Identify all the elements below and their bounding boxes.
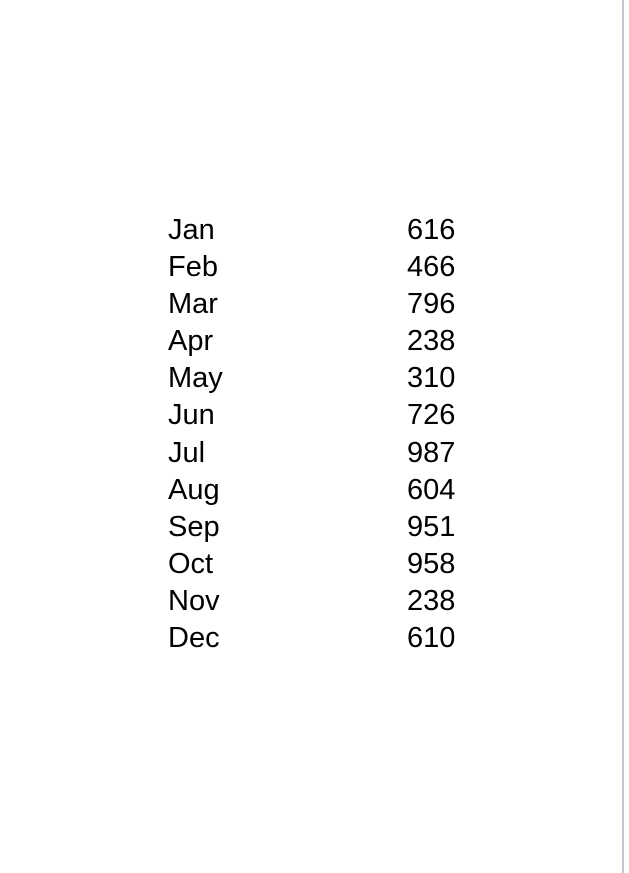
month-label: Mar (168, 288, 218, 321)
document-page: Jan 616 Feb 466 Mar 796 Apr 238 May 310 … (0, 0, 629, 873)
table-row: Mar 796 (168, 286, 455, 323)
month-value: 610 (407, 622, 456, 655)
table-row: Sep 951 (168, 509, 455, 546)
table-row: May 310 (168, 360, 455, 397)
month-label: Apr (168, 325, 214, 358)
month-value: 951 (407, 510, 456, 543)
table-row: Jul 987 (168, 435, 455, 472)
month-value-table: Jan 616 Feb 466 Mar 796 Apr 238 May 310 … (168, 212, 455, 657)
month-value: 987 (407, 436, 456, 469)
month-label: Sep (168, 510, 220, 543)
month-label: Feb (168, 251, 218, 284)
page-right-edge-rule (622, 0, 624, 873)
month-label: Dec (168, 622, 220, 655)
table-row: Aug 604 (168, 472, 455, 509)
table-row: Oct 958 (168, 546, 455, 583)
month-value: 958 (407, 547, 456, 580)
month-label: Jul (168, 436, 206, 469)
month-label: Jan (168, 214, 215, 246)
table-row: Nov 238 (168, 583, 455, 620)
table-row: Jun 726 (168, 397, 455, 434)
table-row: Jan 616 (168, 212, 455, 249)
month-value: 796 (407, 288, 456, 321)
month-value: 238 (407, 325, 456, 358)
month-value: 238 (407, 584, 456, 617)
month-label: Nov (168, 584, 220, 617)
month-label: Aug (168, 473, 220, 506)
table-body: Jan 616 Feb 466 Mar 796 Apr 238 May 310 … (168, 212, 455, 657)
table-row: Feb 466 (168, 249, 455, 286)
month-value: 604 (407, 473, 456, 506)
month-label: May (168, 362, 223, 395)
table-row: Dec 610 (168, 620, 455, 657)
month-value: 726 (407, 399, 456, 432)
month-value: 616 (407, 214, 456, 246)
table-row: Apr 238 (168, 323, 455, 360)
month-value: 310 (407, 362, 456, 395)
month-value: 466 (407, 251, 456, 284)
month-label: Jun (168, 399, 215, 432)
month-label: Oct (168, 547, 214, 580)
